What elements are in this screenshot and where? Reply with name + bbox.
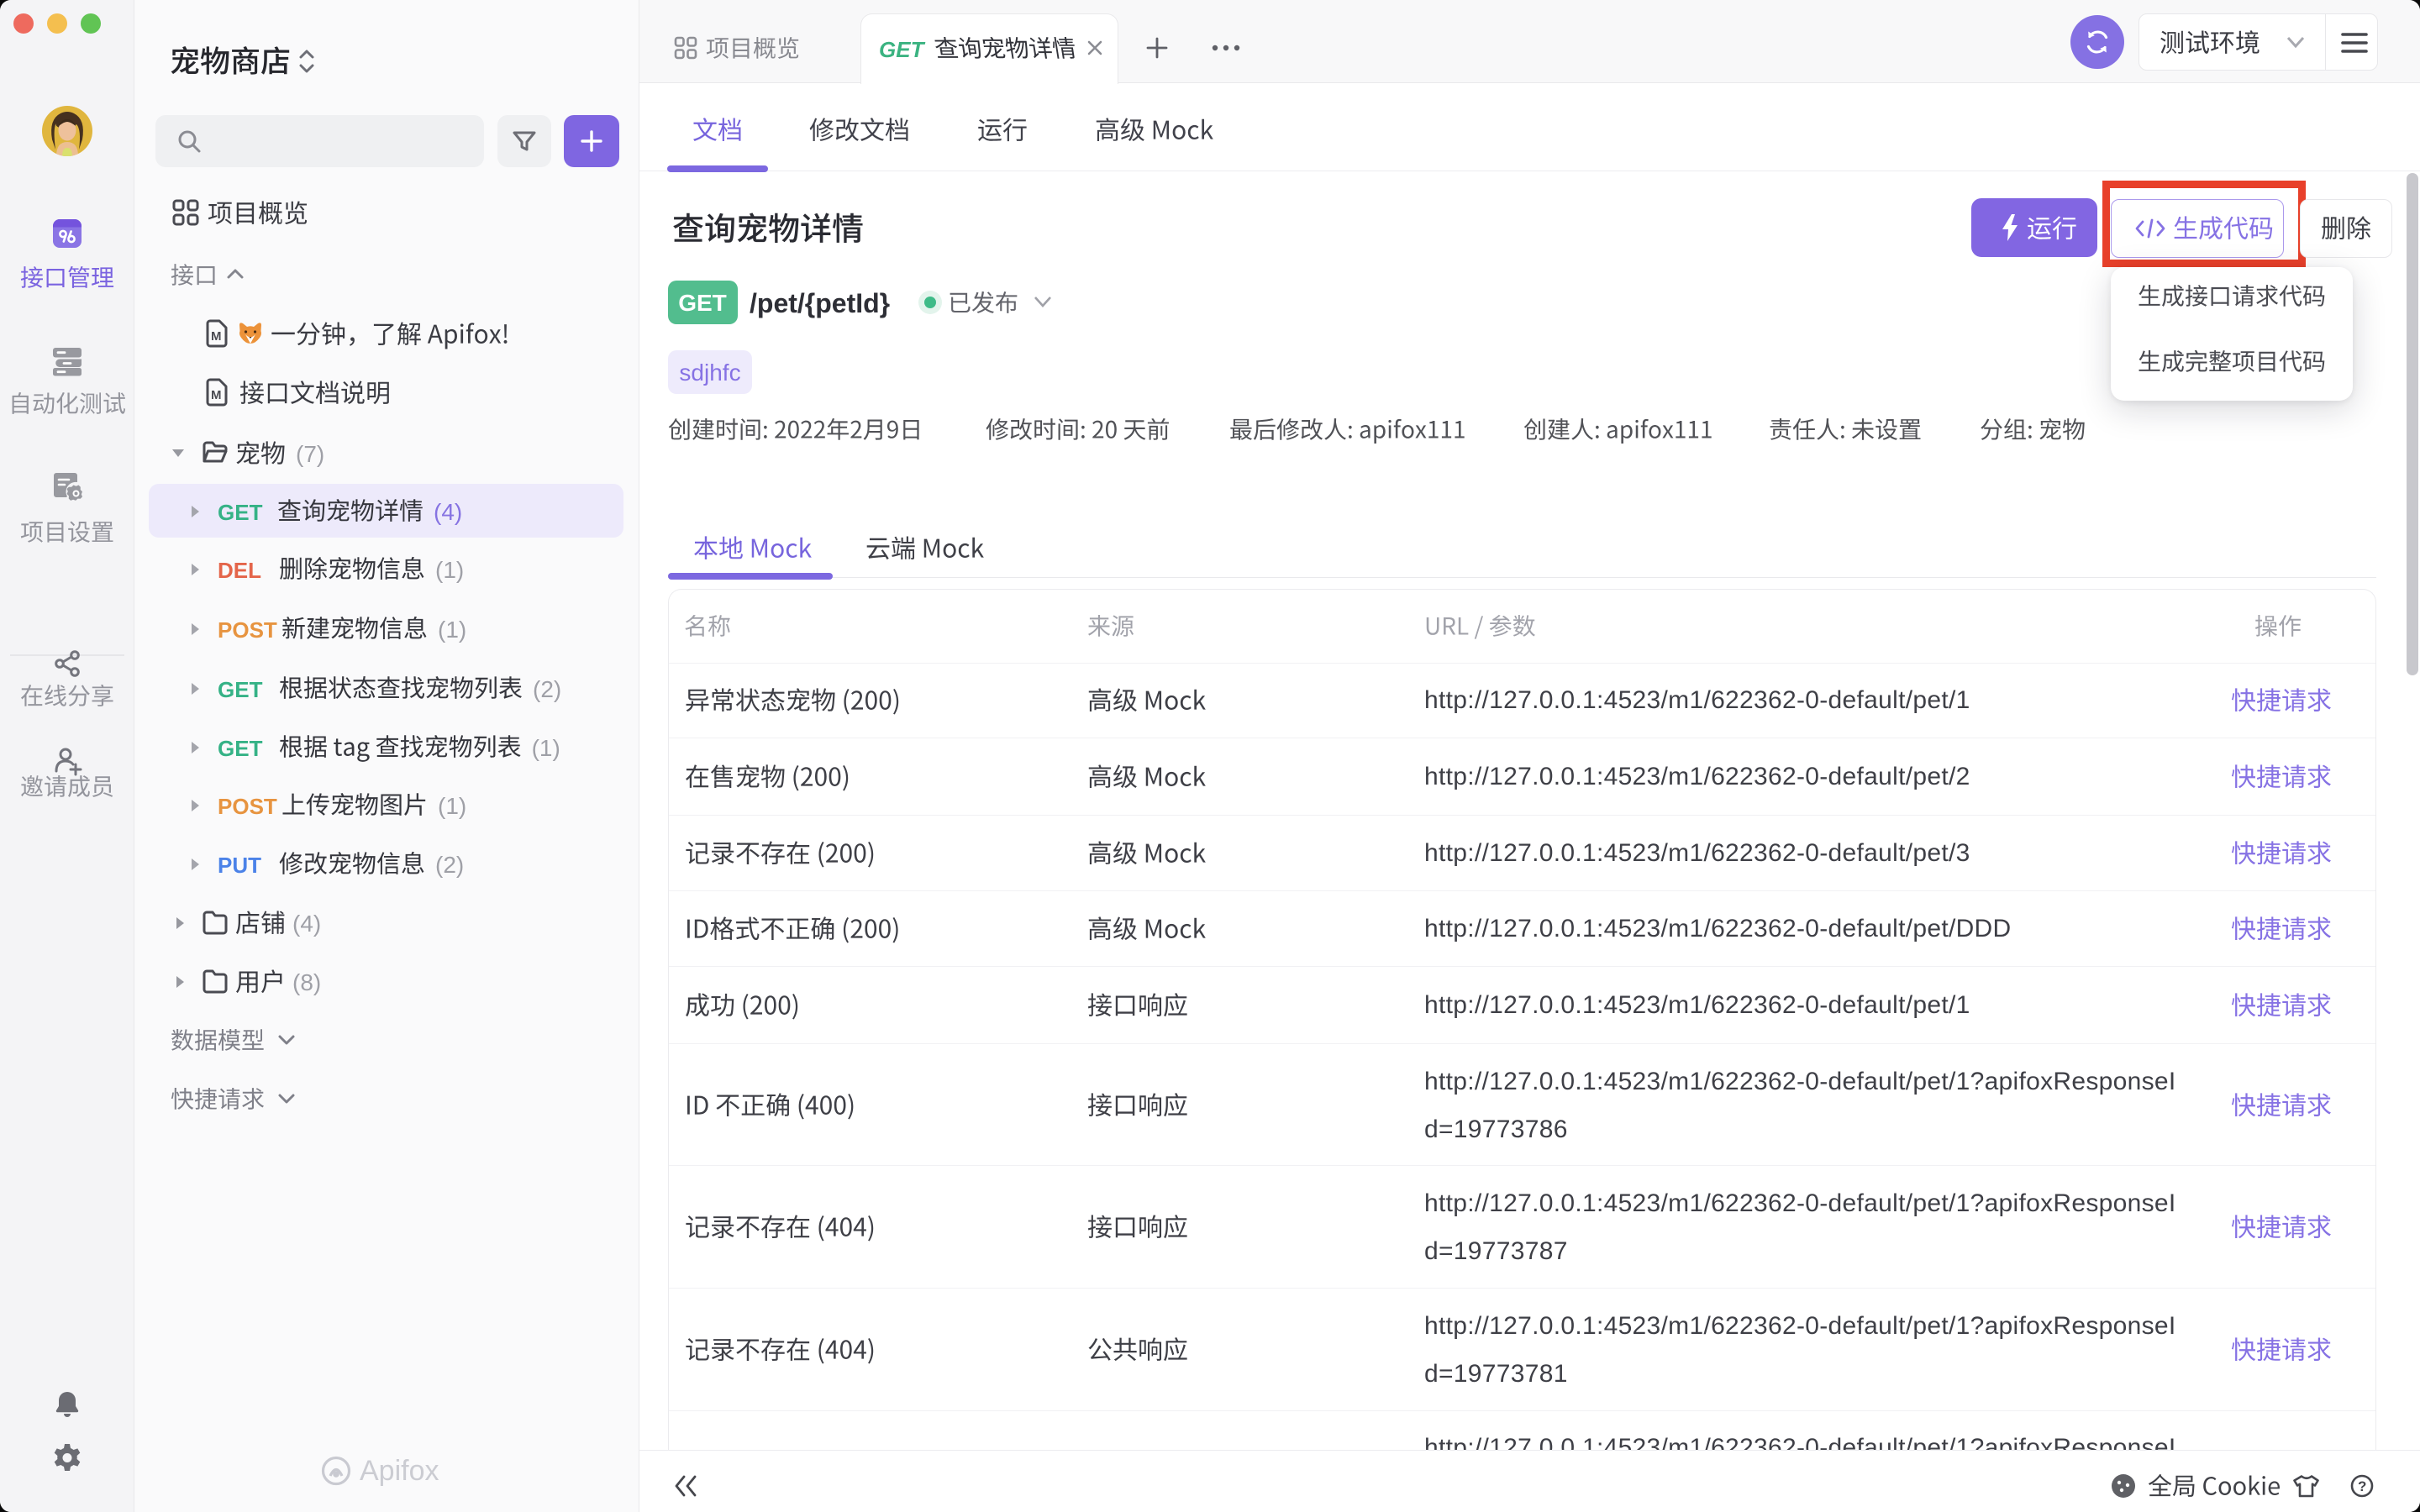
svg-text:M: M	[211, 329, 222, 344]
svg-text:?: ?	[2358, 1478, 2366, 1494]
svg-text:M: M	[211, 388, 222, 402]
